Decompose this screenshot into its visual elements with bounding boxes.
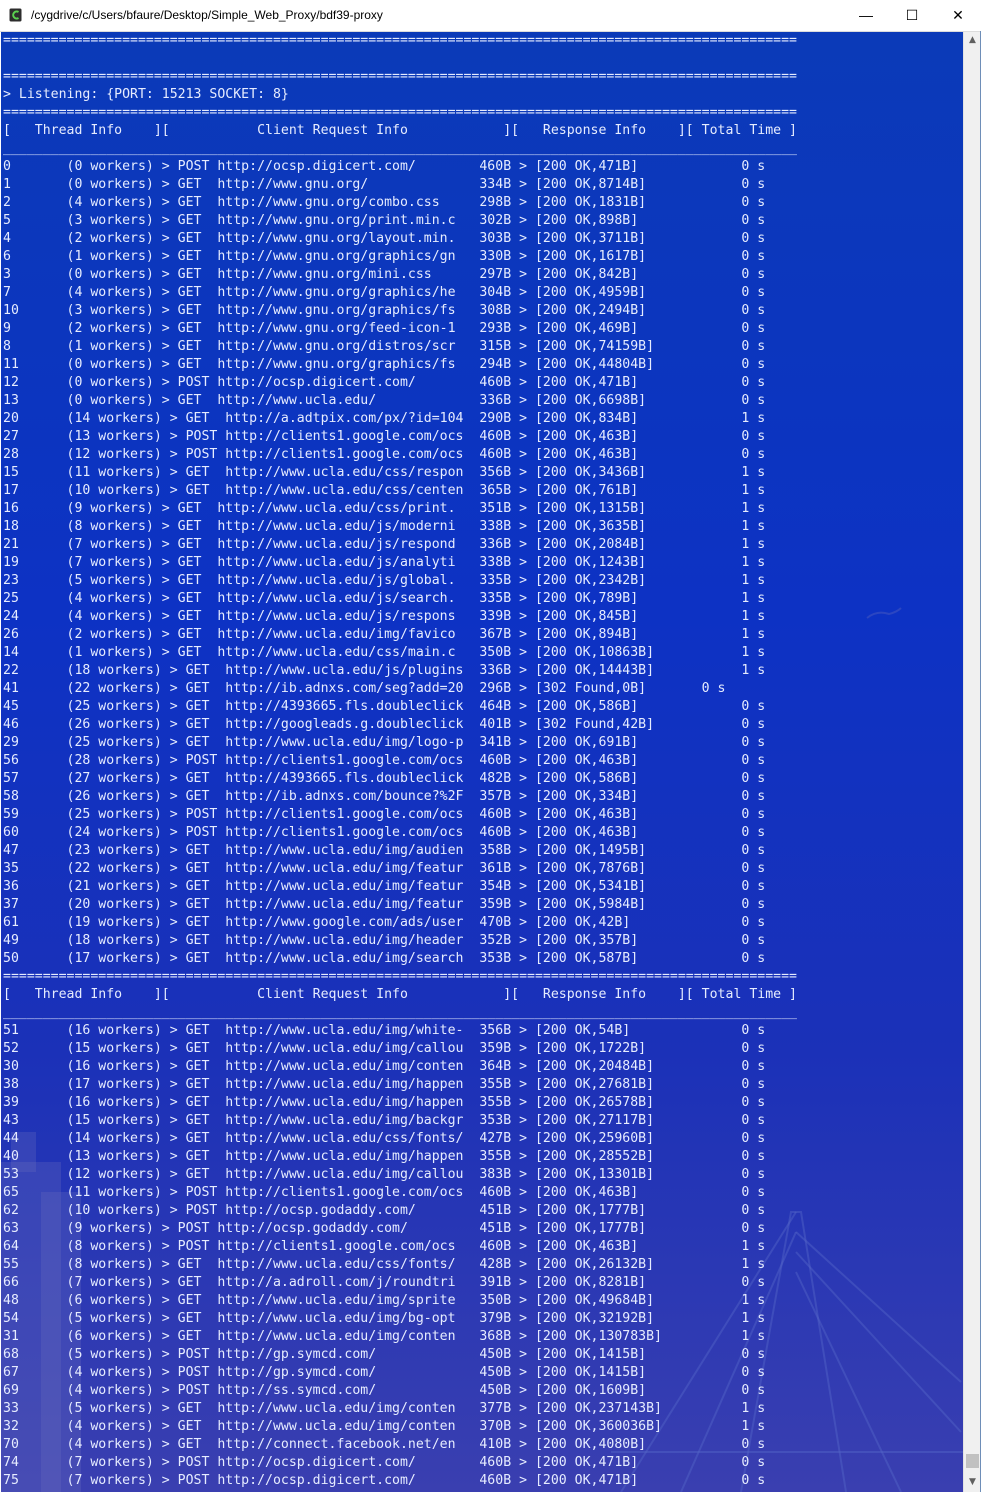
terminal-line: 62 (10 workers) > POST http://ocsp.godad…: [3, 1203, 766, 1218]
terminal-line: 7 (4 workers) > GET http://www.gnu.org/g…: [3, 285, 766, 300]
terminal-line: 2 (4 workers) > GET http://www.gnu.org/c…: [3, 195, 766, 210]
terminal-line: 74 (7 workers) > POST http://ocsp.digice…: [3, 1455, 766, 1470]
terminal-line: 11 (0 workers) > GET http://www.gnu.org/…: [3, 357, 766, 372]
terminal-line: 50 (17 workers) > GET http://www.ucla.ed…: [3, 951, 766, 966]
terminal-line: 22 (18 workers) > GET http://www.ucla.ed…: [3, 663, 766, 678]
terminal-line: 64 (8 workers) > POST http://clients1.go…: [3, 1239, 766, 1254]
terminal-line: 70 (4 workers) > GET http://connect.face…: [3, 1437, 766, 1452]
terminal-line: 48 (6 workers) > GET http://www.ucla.edu…: [3, 1293, 766, 1308]
scrollbar-thumb[interactable]: [966, 1454, 979, 1468]
terminal-line: 28 (12 workers) > POST http://clients1.g…: [3, 447, 766, 462]
terminal-line: 36 (21 workers) > GET http://www.ucla.ed…: [3, 879, 766, 894]
terminal-line: ========================================…: [3, 69, 797, 84]
terminal-line: 49 (18 workers) > GET http://www.ucla.ed…: [3, 933, 766, 948]
terminal-line: 3 (0 workers) > GET http://www.gnu.org/m…: [3, 267, 766, 282]
terminal-line: 40 (13 workers) > GET http://www.ucla.ed…: [3, 1149, 766, 1164]
terminal-line: 56 (28 workers) > POST http://clients1.g…: [3, 753, 766, 768]
terminal-line: [ Thread Info ][ Client Request Info ][ …: [3, 987, 797, 1002]
terminal-line: 63 (9 workers) > POST http://ocsp.godadd…: [3, 1221, 766, 1236]
terminal-line: 51 (16 workers) > GET http://www.ucla.ed…: [3, 1023, 766, 1038]
cygwin-terminal-icon: [9, 8, 22, 22]
terminal-line: 38 (17 workers) > GET http://www.ucla.ed…: [3, 1077, 766, 1092]
terminal-line: 25 (4 workers) > GET http://www.ucla.edu…: [3, 591, 766, 606]
terminal-line: 29 (25 workers) > GET http://www.ucla.ed…: [3, 735, 766, 750]
terminal-line: 60 (24 workers) > POST http://clients1.g…: [3, 825, 766, 840]
terminal-line: ========================================…: [3, 969, 797, 984]
terminal-line: 46 (26 workers) > GET http://googleads.g…: [3, 717, 766, 732]
terminal-line: 52 (15 workers) > GET http://www.ucla.ed…: [3, 1041, 766, 1056]
terminal-line: 68 (5 workers) > POST http://gp.symcd.co…: [3, 1347, 766, 1362]
terminal-line: 21 (7 workers) > GET http://www.ucla.edu…: [3, 537, 766, 552]
terminal-output[interactable]: ========================================…: [1, 32, 963, 1492]
terminal-line: 1 (0 workers) > GET http://www.gnu.org/ …: [3, 177, 766, 192]
maximize-button[interactable]: ☐: [889, 0, 935, 31]
terminal-line: ________________________________________…: [3, 1005, 797, 1020]
terminal-line: 75 (7 workers) > POST http://ocsp.digice…: [3, 1473, 766, 1488]
terminal-line: 61 (19 workers) > GET http://www.google.…: [3, 915, 766, 930]
terminal-line: 14 (1 workers) > GET http://www.ucla.edu…: [3, 645, 766, 660]
vertical-scrollbar[interactable]: ▲ ▼: [963, 32, 981, 1492]
terminal-line: 4 (2 workers) > GET http://www.gnu.org/l…: [3, 231, 766, 246]
terminal-line: 16 (9 workers) > GET http://www.ucla.edu…: [3, 501, 766, 516]
terminal-line: 13 (0 workers) > GET http://www.ucla.edu…: [3, 393, 766, 408]
terminal-line: 65 (11 workers) > POST http://clients1.g…: [3, 1185, 766, 1200]
terminal-line: 54 (5 workers) > GET http://www.ucla.edu…: [3, 1311, 766, 1326]
minimize-button[interactable]: —: [843, 0, 889, 31]
terminal-line: 0 (0 workers) > POST http://ocsp.digicer…: [3, 159, 766, 174]
terminal-line: 59 (25 workers) > POST http://clients1.g…: [3, 807, 766, 822]
terminal-line: 24 (4 workers) > GET http://www.ucla.edu…: [3, 609, 766, 624]
terminal-line: [ Thread Info ][ Client Request Info ][ …: [3, 123, 797, 138]
terminal-line: 10 (3 workers) > GET http://www.gnu.org/…: [3, 303, 766, 318]
terminal-line: > Listening: {PORT: 15213 SOCKET: 8}: [3, 87, 289, 102]
terminal-line: ________________________________________…: [3, 141, 797, 156]
terminal-line: 55 (8 workers) > GET http://www.ucla.edu…: [3, 1257, 766, 1272]
terminal-line: 45 (25 workers) > GET http://4393665.fls…: [3, 699, 766, 714]
terminal-line: 12 (0 workers) > POST http://ocsp.digice…: [3, 375, 766, 390]
terminal-line: 69 (4 workers) > POST http://ss.symcd.co…: [3, 1383, 766, 1398]
terminal-line: 57 (27 workers) > GET http://4393665.fls…: [3, 771, 766, 786]
terminal-line: 6 (1 workers) > GET http://www.gnu.org/g…: [3, 249, 766, 264]
scroll-up-arrow-icon[interactable]: ▲: [964, 32, 981, 49]
terminal-line: 53 (12 workers) > GET http://www.ucla.ed…: [3, 1167, 766, 1182]
terminal-line: 17 (10 workers) > GET http://www.ucla.ed…: [3, 483, 766, 498]
terminal-line: 9 (2 workers) > GET http://www.gnu.org/f…: [3, 321, 766, 336]
terminal-line: 20 (14 workers) > GET http://a.adtpix.co…: [3, 411, 766, 426]
terminal-line: 41 (22 workers) > GET http://ib.adnxs.co…: [3, 681, 726, 696]
terminal-line: 15 (11 workers) > GET http://www.ucla.ed…: [3, 465, 766, 480]
window-title: /cygdrive/c/Users/bfaure/Desktop/Simple_…: [31, 8, 383, 22]
terminal-line: 18 (8 workers) > GET http://www.ucla.edu…: [3, 519, 766, 534]
terminal-line: 66 (7 workers) > GET http://a.adroll.com…: [3, 1275, 766, 1290]
terminal-line: 26 (2 workers) > GET http://www.ucla.edu…: [3, 627, 766, 642]
terminal-line: 44 (14 workers) > GET http://www.ucla.ed…: [3, 1131, 766, 1146]
terminal-lines: ========================================…: [3, 32, 797, 1492]
terminal-line: ========================================…: [3, 105, 797, 120]
scroll-down-arrow-icon[interactable]: ▼: [964, 1474, 981, 1491]
terminal-line: 47 (23 workers) > GET http://www.ucla.ed…: [3, 843, 766, 858]
terminal-line: 43 (15 workers) > GET http://www.ucla.ed…: [3, 1113, 766, 1128]
terminal-line: 35 (22 workers) > GET http://www.ucla.ed…: [3, 861, 766, 876]
terminal-line: 67 (4 workers) > POST http://gp.symcd.co…: [3, 1365, 766, 1380]
terminal-line: 19 (7 workers) > GET http://www.ucla.edu…: [3, 555, 766, 570]
terminal-line: 31 (6 workers) > GET http://www.ucla.edu…: [3, 1329, 766, 1344]
title-bar: /cygdrive/c/Users/bfaure/Desktop/Simple_…: [0, 0, 981, 32]
terminal-line: 27 (13 workers) > POST http://clients1.g…: [3, 429, 766, 444]
terminal-line: 32 (4 workers) > GET http://www.ucla.edu…: [3, 1419, 766, 1434]
close-button[interactable]: ✕: [935, 0, 981, 31]
terminal-line: 5 (3 workers) > GET http://www.gnu.org/p…: [3, 213, 766, 228]
terminal-line: 58 (26 workers) > GET http://ib.adnxs.co…: [3, 789, 766, 804]
terminal-line: 8 (1 workers) > GET http://www.gnu.org/d…: [3, 339, 766, 354]
terminal-line: 37 (20 workers) > GET http://www.ucla.ed…: [3, 897, 766, 912]
terminal-line: ========================================…: [3, 33, 797, 48]
terminal-line: 30 (16 workers) > GET http://www.ucla.ed…: [3, 1059, 766, 1074]
terminal-line: 33 (5 workers) > GET http://www.ucla.edu…: [3, 1401, 766, 1416]
terminal-line: 23 (5 workers) > GET http://www.ucla.edu…: [3, 573, 766, 588]
terminal-line: 39 (16 workers) > GET http://www.ucla.ed…: [3, 1095, 766, 1110]
